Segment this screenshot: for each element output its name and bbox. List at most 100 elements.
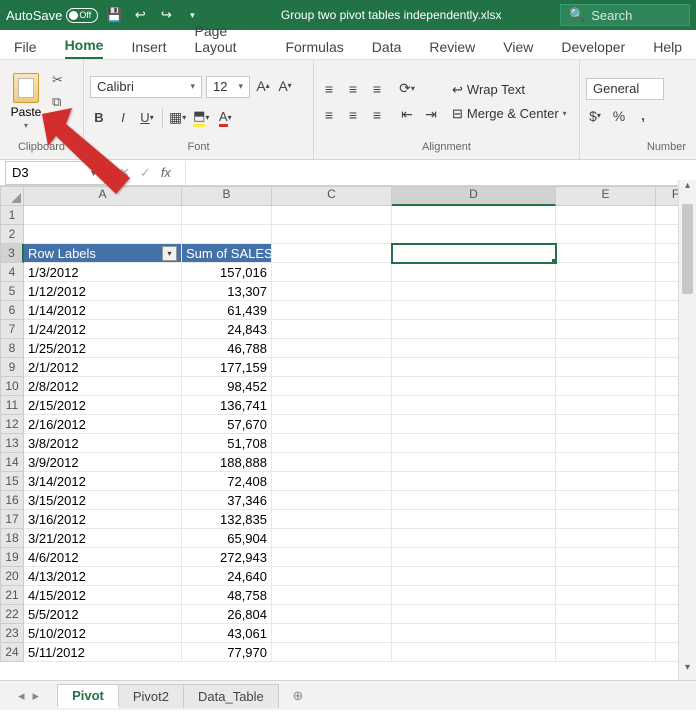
cell[interactable]: 3/14/2012 [24,472,182,491]
cell[interactable]: 1/24/2012 [24,320,182,339]
cell[interactable] [272,472,392,491]
cell[interactable] [392,434,556,453]
cell[interactable]: 72,408 [182,472,272,491]
row-header[interactable]: 16 [0,491,24,510]
align-bottom-icon[interactable]: ≡ [368,79,386,99]
cell[interactable] [556,548,656,567]
row-header[interactable]: 21 [0,586,24,605]
number-format-combo[interactable]: General [586,78,664,100]
row-header[interactable]: 3 [0,244,24,263]
tab-data[interactable]: Data [372,35,402,59]
cell[interactable]: 2/16/2012 [24,415,182,434]
cell[interactable]: 1/25/2012 [24,339,182,358]
sheet-tab-pivot2[interactable]: Pivot2 [118,684,184,708]
column-header-E[interactable]: E [556,186,656,206]
row-header[interactable]: 19 [0,548,24,567]
chevron-down-icon[interactable]: ▾ [24,121,28,130]
increase-font-icon[interactable]: A▴ [254,76,272,96]
cell[interactable] [182,225,272,244]
cell[interactable] [556,377,656,396]
column-header-C[interactable]: C [272,186,392,206]
cell[interactable] [24,206,182,225]
cancel-icon[interactable]: ✕ [119,165,130,181]
cell[interactable]: 4/15/2012 [24,586,182,605]
cell[interactable] [392,453,556,472]
decrease-indent-icon[interactable]: ⇤ [398,105,416,125]
copy-icon[interactable]: ⧉ [52,94,69,110]
cell[interactable] [556,453,656,472]
search-box[interactable]: 🔍 Search [560,4,690,26]
cell[interactable]: 3/15/2012 [24,491,182,510]
cell[interactable] [272,567,392,586]
cell[interactable]: 24,843 [182,320,272,339]
cell[interactable] [556,586,656,605]
cell[interactable] [556,263,656,282]
increase-indent-icon[interactable]: ⇥ [422,105,440,125]
cell[interactable]: 132,835 [182,510,272,529]
sheet-next-icon[interactable]: ▸ [33,688,40,704]
align-right-icon[interactable]: ≡ [368,105,386,125]
cell[interactable]: 4/13/2012 [24,567,182,586]
cell[interactable] [392,339,556,358]
cell[interactable]: 61,439 [182,301,272,320]
cell[interactable] [392,472,556,491]
toggle-switch[interactable]: Off [66,8,98,23]
paste-button[interactable]: Paste ▾ [6,73,46,130]
row-header[interactable]: 23 [0,624,24,643]
spreadsheet-grid[interactable]: ABCDEF 123Row Labels▾Sum of SALES41/3/20… [0,186,696,680]
undo-icon[interactable]: ↩ [130,5,150,25]
cell[interactable] [556,605,656,624]
tab-help[interactable]: Help [653,35,682,59]
cell[interactable] [272,415,392,434]
cell[interactable] [556,301,656,320]
row-header[interactable]: 12 [0,415,24,434]
font-color-button[interactable]: A ▾ [216,108,234,128]
decrease-font-icon[interactable]: A▾ [276,76,294,96]
row-header[interactable]: 13 [0,434,24,453]
format-painter-icon[interactable]: 🖌 [52,116,69,132]
cell[interactable] [272,624,392,643]
cell[interactable] [392,377,556,396]
row-header[interactable]: 17 [0,510,24,529]
cell[interactable] [272,605,392,624]
cell[interactable] [272,339,392,358]
cut-icon[interactable]: ✂ [52,72,69,88]
fx-icon[interactable]: fx [161,165,171,180]
cell[interactable] [556,396,656,415]
cell[interactable]: 51,708 [182,434,272,453]
cell[interactable] [272,529,392,548]
cell[interactable] [556,624,656,643]
cell[interactable] [272,358,392,377]
cell[interactable] [392,605,556,624]
tab-formulas[interactable]: Formulas [285,35,343,59]
row-header[interactable]: 7 [0,320,24,339]
sheet-tab-pivot[interactable]: Pivot [57,684,119,708]
row-header[interactable]: 10 [0,377,24,396]
sheet-tab-data_table[interactable]: Data_Table [183,684,279,708]
cell[interactable]: 157,016 [182,263,272,282]
cell[interactable] [392,491,556,510]
row-header[interactable]: 1 [0,206,24,225]
cell[interactable]: 188,888 [182,453,272,472]
row-header[interactable]: 15 [0,472,24,491]
cell[interactable]: 3/16/2012 [24,510,182,529]
cell[interactable] [392,206,556,225]
formula-input[interactable] [185,161,696,185]
cell[interactable] [272,396,392,415]
bold-button[interactable]: B [90,108,108,128]
cell[interactable]: 65,904 [182,529,272,548]
cell[interactable] [556,415,656,434]
column-header-B[interactable]: B [182,186,272,206]
cell[interactable] [392,567,556,586]
font-size-combo[interactable]: 12▾ [206,76,250,98]
cell[interactable]: 272,943 [182,548,272,567]
cell[interactable] [392,415,556,434]
align-center-icon[interactable]: ≡ [344,105,362,125]
scroll-thumb[interactable] [682,204,693,294]
cell[interactable]: 77,970 [182,643,272,662]
row-header[interactable]: 18 [0,529,24,548]
tab-insert[interactable]: Insert [131,35,166,59]
cell[interactable]: 136,741 [182,396,272,415]
row-header[interactable]: 9 [0,358,24,377]
comma-icon[interactable]: , [634,106,652,126]
